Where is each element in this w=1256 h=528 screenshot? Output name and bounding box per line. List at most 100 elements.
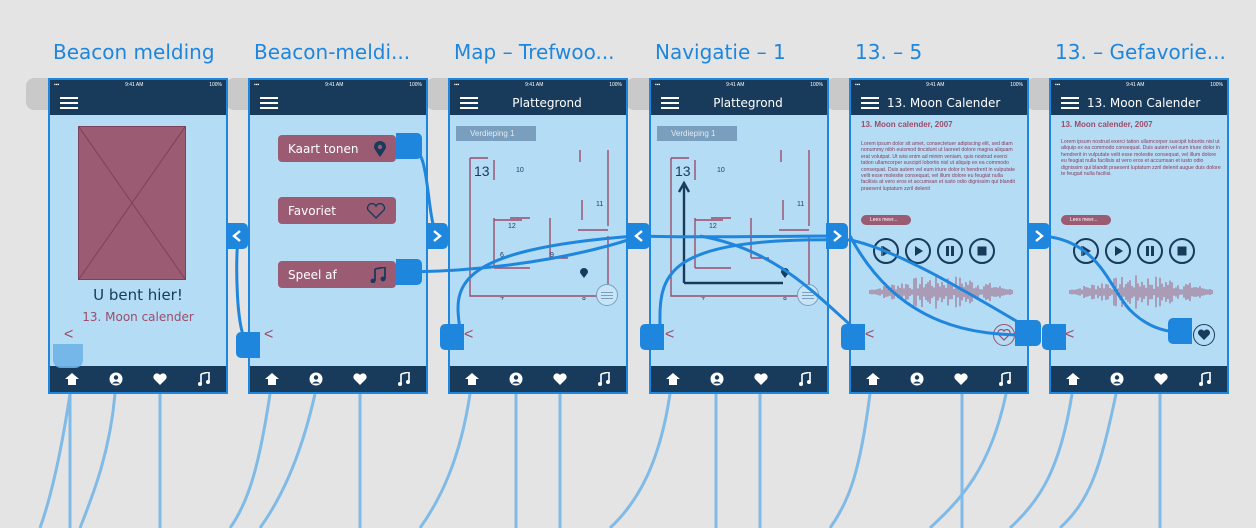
back-chevron-icon[interactable]: < [1065, 326, 1074, 344]
flow-back-chevron-icon[interactable] [628, 223, 650, 249]
hotspot-back[interactable] [236, 332, 260, 358]
app-bar [250, 90, 426, 115]
pause-icon[interactable] [937, 238, 963, 264]
location-pin-icon [580, 268, 588, 278]
app-bar [50, 90, 226, 115]
profile-icon[interactable] [306, 369, 326, 389]
read-more-button[interactable]: Lees meer... [1061, 215, 1111, 225]
stop-icon[interactable] [969, 238, 995, 264]
heart-icon[interactable] [1151, 369, 1171, 389]
location-pin-icon [374, 140, 386, 157]
play-icon[interactable] [1105, 238, 1131, 264]
you-are-here-text: U bent hier! [93, 286, 183, 304]
favorite-button[interactable]: Favoriet [278, 197, 396, 224]
room-label: 13 [474, 163, 490, 179]
artboard-title-beacon-melding[interactable]: Beacon melding [53, 40, 215, 64]
hotspot-play[interactable] [396, 259, 422, 285]
music-icon[interactable] [394, 369, 414, 389]
skip-back-icon[interactable] [873, 238, 899, 264]
menu-icon[interactable] [260, 96, 278, 109]
back-chevron-icon[interactable]: < [464, 326, 473, 344]
read-more-button[interactable]: Lees meer... [861, 215, 911, 225]
back-chevron-icon[interactable]: < [665, 326, 674, 344]
home-icon[interactable] [262, 369, 282, 389]
profile-icon[interactable] [506, 369, 526, 389]
home-icon[interactable] [62, 369, 82, 389]
flow-forward-chevron-icon[interactable] [826, 223, 848, 249]
hotspot-favorite-on[interactable] [1168, 318, 1192, 344]
list-menu-icon[interactable] [797, 284, 819, 306]
heart-icon[interactable] [150, 369, 170, 389]
menu-icon[interactable] [60, 96, 78, 109]
back-chevron-icon[interactable]: < [865, 326, 874, 344]
play-icon[interactable] [905, 238, 931, 264]
status-bar: ▪▪▪ 9:41 AM 100% [450, 80, 626, 90]
artboard-map[interactable]: ▪▪▪ 9:41 AM 100% Plattegrond Verdieping 1 … [448, 78, 628, 394]
skip-back-icon[interactable] [1073, 238, 1099, 264]
tab-bar [651, 366, 827, 392]
hotspot-back[interactable] [841, 324, 865, 350]
profile-icon[interactable] [106, 369, 126, 389]
artboard-title-navigatie[interactable]: Navigatie – 1 [655, 40, 786, 64]
music-icon[interactable] [594, 369, 614, 389]
show-map-button[interactable]: Kaart tonen [278, 135, 396, 162]
artboard-beacon-melding-actions[interactable]: ▪▪▪ 9:41 AM 100% Kaart tonen Favoriet Spee… [248, 78, 428, 394]
home-icon[interactable] [863, 369, 883, 389]
flow-forward-chevron-icon[interactable] [426, 223, 448, 249]
floor-level-tag[interactable]: Verdieping 1 [456, 126, 536, 141]
room-label: 10 [516, 167, 524, 174]
heart-icon[interactable] [350, 369, 370, 389]
status-battery: 100% [209, 82, 222, 88]
hotspot-home[interactable] [53, 344, 83, 368]
home-icon[interactable] [462, 369, 482, 389]
artboard-13-gefavoriseerd[interactable]: ▪▪▪ 9:41 AM 100% 13. Moon Calender 13. Moo… [1049, 78, 1229, 394]
heart-icon[interactable] [550, 369, 570, 389]
menu-icon[interactable] [861, 96, 879, 109]
floor-plan[interactable]: 13 10 11 12 7 8 [651, 140, 827, 300]
hotspot-back[interactable] [1042, 324, 1066, 350]
artboard-title-13-5[interactable]: 13. – 5 [855, 40, 922, 64]
floor-plan[interactable]: 13 10 11 12 6 9 7 8 [450, 140, 626, 300]
home-icon[interactable] [1063, 369, 1083, 389]
play-button[interactable]: Speel af [278, 261, 396, 288]
heart-icon[interactable] [951, 369, 971, 389]
flow-back-chevron-icon[interactable] [226, 223, 248, 249]
artboard-title-map[interactable]: Map – Trefwoo... [454, 40, 615, 64]
app-bar: Plattegrond [651, 90, 827, 115]
status-time: 9:41 AM [325, 82, 344, 88]
profile-icon[interactable] [907, 369, 927, 389]
list-menu-icon[interactable] [596, 284, 618, 306]
hotspot-back[interactable] [640, 324, 664, 350]
floor-level-tag[interactable]: Verdieping 1 [657, 126, 737, 141]
heart-outline-icon[interactable] [993, 324, 1015, 346]
artboard-13-5[interactable]: ▪▪▪ 9:41 AM 100% 13. Moon Calender 13. Moo… [849, 78, 1029, 394]
pause-icon[interactable] [1137, 238, 1163, 264]
hotspot-favorite[interactable] [1015, 320, 1041, 346]
menu-icon[interactable] [661, 96, 679, 109]
back-chevron-icon[interactable]: < [64, 326, 73, 344]
hotspot-show-map[interactable] [396, 133, 422, 159]
heart-filled-icon[interactable] [1193, 324, 1215, 346]
article-title: 13. Moon calender, 2007 [1061, 120, 1153, 129]
app-bar: 13. Moon Calender [1051, 90, 1227, 115]
hotspot-back[interactable] [440, 324, 464, 350]
status-time: 9:41 AM [525, 82, 544, 88]
menu-icon[interactable] [1061, 96, 1079, 109]
profile-icon[interactable] [1107, 369, 1127, 389]
menu-icon[interactable] [460, 96, 478, 109]
stop-icon[interactable] [1169, 238, 1195, 264]
artboard-title-beacon-meldi[interactable]: Beacon-meldi... [254, 40, 410, 64]
music-icon[interactable] [995, 369, 1015, 389]
music-icon[interactable] [194, 369, 214, 389]
back-chevron-icon[interactable]: < [264, 326, 273, 344]
home-icon[interactable] [663, 369, 683, 389]
artboard-navigatie[interactable]: ▪▪▪ 9:41 AM 100% Plattegrond Verdieping 1 … [649, 78, 829, 394]
artboard-title-gefavoriseerd[interactable]: 13. – Gefavorie... [1055, 40, 1226, 64]
heart-icon[interactable] [751, 369, 771, 389]
music-icon[interactable] [795, 369, 815, 389]
flow-forward-chevron-icon[interactable] [1028, 223, 1050, 249]
appbar-title: Plattegrond [713, 95, 783, 110]
profile-icon[interactable] [707, 369, 727, 389]
audio-waveform [869, 275, 1013, 309]
music-icon[interactable] [1195, 369, 1215, 389]
